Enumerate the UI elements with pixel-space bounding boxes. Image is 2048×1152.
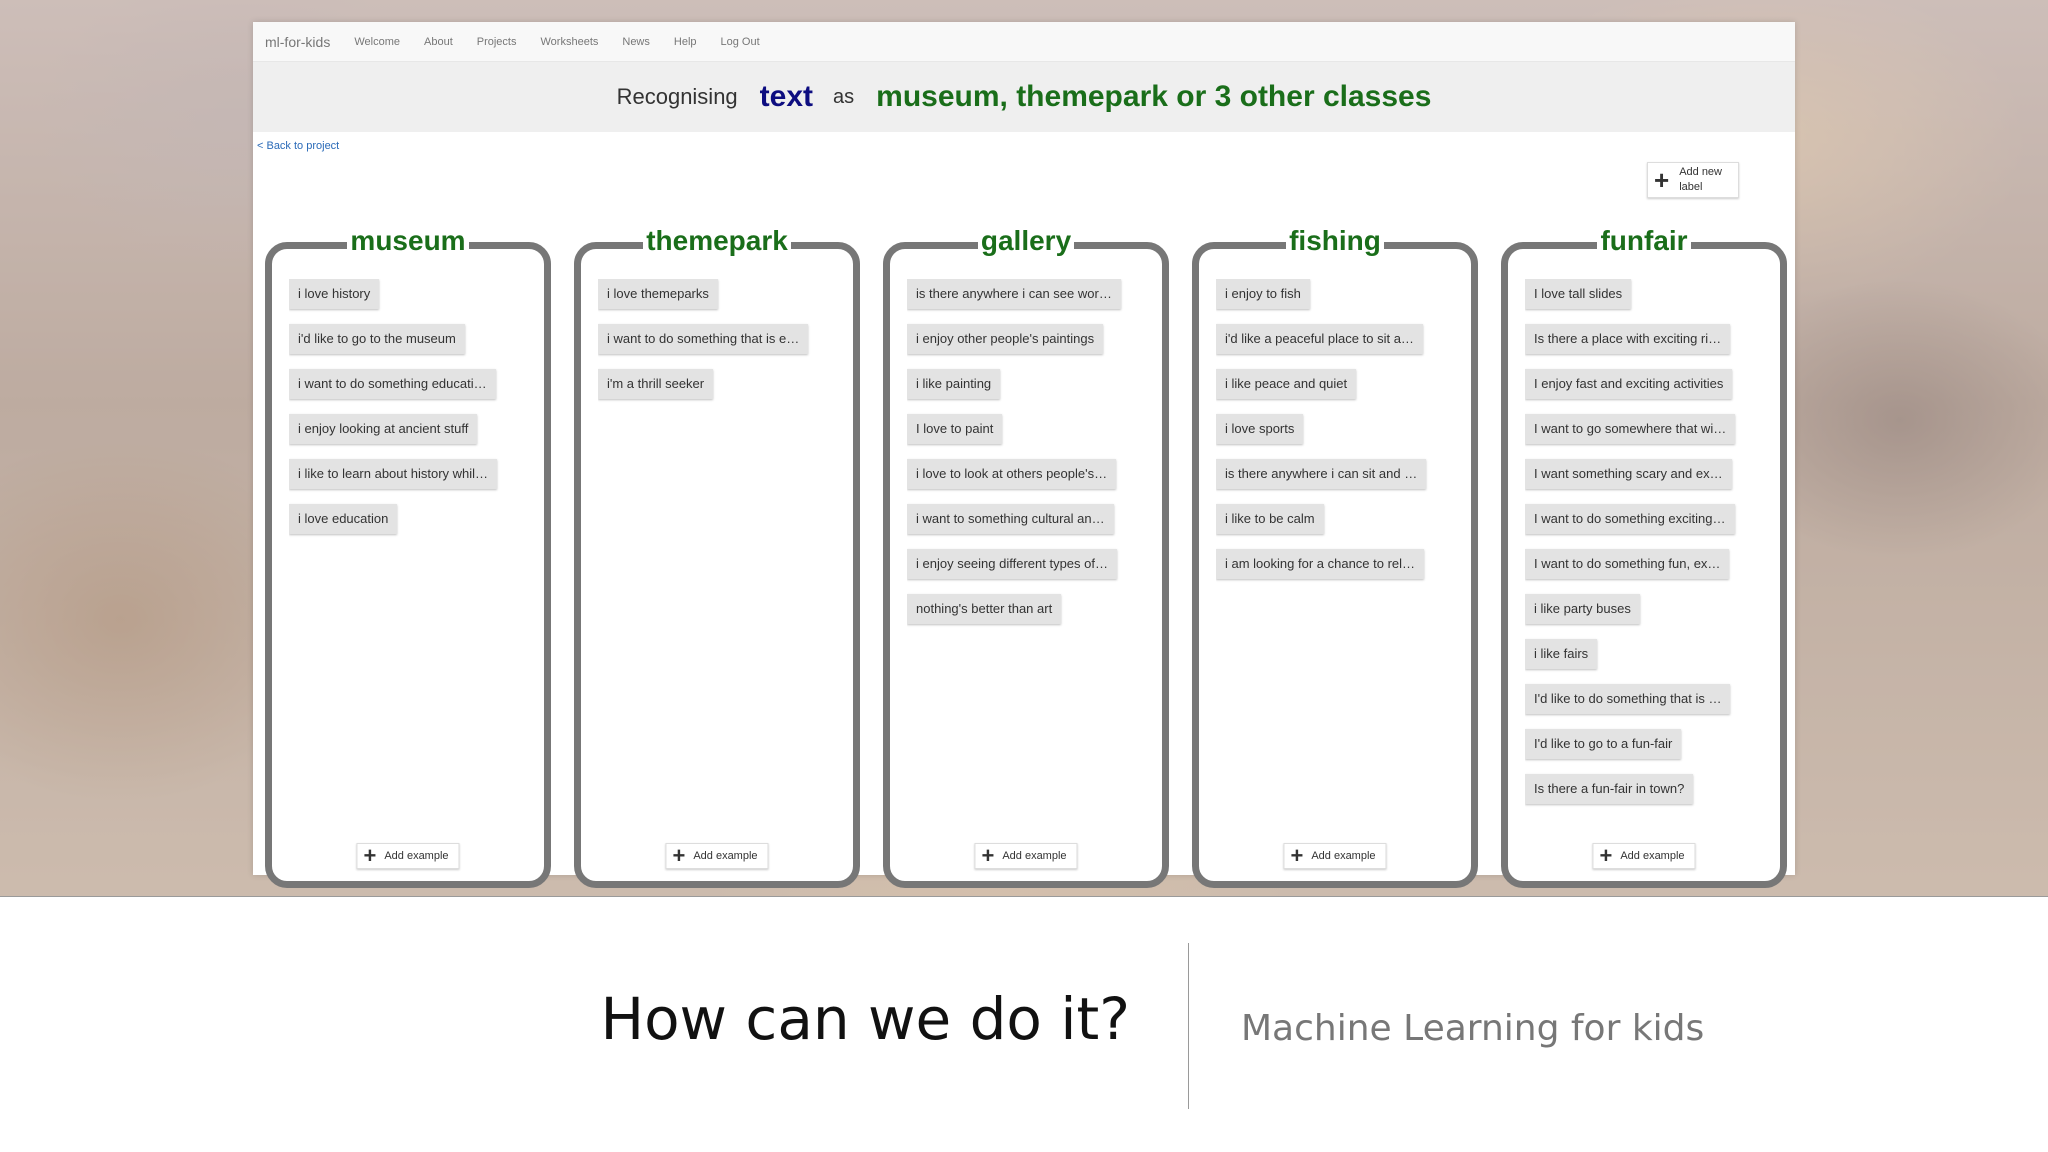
example-chip[interactable]: i want to do something that is e… [598,324,809,354]
add-label-line2: label [1679,181,1703,193]
add-example-label: Add example [693,850,758,862]
examples-list: i love history i'd like to go to the muse… [289,279,532,809]
example-chip[interactable]: i love themeparks [598,279,718,309]
example-chip[interactable]: i enjoy to fish [1216,279,1310,309]
example-chip[interactable]: i enjoy seeing different types of… [907,549,1117,579]
example-chip[interactable]: I want something scary and ex… [1525,459,1732,489]
back-to-project-link[interactable]: < Back to project [257,140,339,152]
example-chip[interactable]: i like painting [907,369,1001,399]
slide-title: How can we do it? [600,985,1130,1053]
example-chip[interactable]: nothing's better than art [907,594,1062,624]
label-buckets: museum i love history i'd like to go to t… [265,212,1787,888]
nav-projects[interactable]: Projects [477,36,517,48]
example-chip[interactable]: i want to something cultural an… [907,504,1114,534]
banner-as: as [833,85,855,108]
bucket-title: museum [347,225,469,256]
examples-list: is there anywhere i can see wor… i enjoy … [907,279,1150,809]
add-example-button[interactable]: + Add example [665,843,769,869]
example-chip[interactable]: i love education [289,504,398,534]
bucket-museum: museum i love history i'd like to go to t… [265,225,551,888]
plus-icon: + [1654,165,1670,195]
examples-list: i love themeparks i want to do something … [598,279,841,809]
plus-icon: + [1599,843,1613,868]
example-chip[interactable]: I want to do something fun, ex… [1525,549,1730,579]
example-chip[interactable]: i like to learn about history whil… [289,459,498,489]
app-window: ml-for-kids Welcome About Projects Works… [253,22,1795,888]
example-chip[interactable]: i want to do something educati… [289,369,496,399]
example-chip[interactable]: i enjoy looking at ancient stuff [289,414,478,444]
example-chip[interactable]: Is there a fun-fair in town? [1525,774,1694,804]
example-chip[interactable]: i like fairs [1525,639,1598,669]
add-example-label: Add example [1311,850,1376,862]
slide-divider-line [0,896,2048,897]
bucket-fishing: fishing i enjoy to fish i'd like a peacef… [1192,225,1478,888]
nav-worksheets[interactable]: Worksheets [541,36,599,48]
brand-link[interactable]: ml-for-kids [265,34,330,50]
slide-subtitle: Machine Learning for kids [1241,1008,1705,1049]
example-chip[interactable]: i am looking for a chance to rel… [1216,549,1425,579]
example-chip[interactable]: i'd like a peaceful place to sit a… [1216,324,1423,354]
banner-type: text [759,80,814,113]
add-example-button[interactable]: + Add example [974,843,1078,869]
footer-divider [1188,943,1189,1109]
example-chip[interactable]: I'd like to do something that is … [1525,684,1731,714]
example-chip[interactable]: I want to go somewhere that wi… [1525,414,1736,444]
bucket-themepark: themepark i love themeparks i want to do … [574,225,860,888]
example-chip[interactable]: i like party buses [1525,594,1640,624]
add-new-label-button[interactable]: + Add new label [1647,162,1739,198]
add-example-button[interactable]: + Add example [1592,843,1696,869]
example-chip[interactable]: I want to do something exciting… [1525,504,1735,534]
navbar: ml-for-kids Welcome About Projects Works… [253,22,1795,62]
example-chip[interactable]: i love history [289,279,380,309]
plus-icon: + [1290,843,1304,868]
bucket-title: fishing [1286,225,1384,256]
add-example-button[interactable]: + Add example [356,843,460,869]
examples-list: I love tall slides Is there a place with … [1525,279,1768,809]
example-chip[interactable]: i'm a thrill seeker [598,369,714,399]
banner-classes: museum, themepark or 3 other classes [876,80,1432,113]
example-chip[interactable]: is there anywhere i can sit and … [1216,459,1427,489]
bucket-title: funfair [1597,225,1691,256]
add-example-label: Add example [1002,850,1067,862]
example-chip[interactable]: i love to look at others people's… [907,459,1117,489]
nav-welcome[interactable]: Welcome [354,36,400,48]
project-banner: Recognising text as museum, themepark or… [253,62,1795,132]
example-chip[interactable]: i like peace and quiet [1216,369,1357,399]
bucket-title: gallery [977,225,1075,256]
nav-help[interactable]: Help [674,36,697,48]
examples-list: i enjoy to fish i'd like a peaceful place… [1216,279,1459,809]
nav-news[interactable]: News [622,36,650,48]
add-example-label: Add example [384,850,449,862]
plus-icon: + [363,843,377,868]
example-chip[interactable]: I enjoy fast and exciting activities [1525,369,1733,399]
example-chip[interactable]: I'd like to go to a fun-fair [1525,729,1682,759]
nav-logout[interactable]: Log Out [721,36,760,48]
banner-prefix: Recognising [616,84,738,109]
add-label-line1: Add new [1679,166,1722,178]
nav-about[interactable]: About [424,36,453,48]
plus-icon: + [981,843,995,868]
example-chip[interactable]: i love sports [1216,414,1304,444]
bucket-title: themepark [643,225,791,256]
add-example-label: Add example [1620,850,1685,862]
bucket-funfair: funfair I love tall slides Is there a pla… [1501,225,1787,888]
bucket-gallery: gallery is there anywhere i can see wor…… [883,225,1169,888]
example-chip[interactable]: i like to be calm [1216,504,1324,534]
plus-icon: + [672,843,686,868]
example-chip[interactable]: I love to paint [907,414,1003,444]
example-chip[interactable]: I love tall slides [1525,279,1632,309]
example-chip[interactable]: i'd like to go to the museum [289,324,465,354]
example-chip[interactable]: i enjoy other people's paintings [907,324,1104,354]
add-example-button[interactable]: + Add example [1283,843,1387,869]
example-chip[interactable]: Is there a place with exciting ri… [1525,324,1731,354]
example-chip[interactable]: is there anywhere i can see wor… [907,279,1121,309]
